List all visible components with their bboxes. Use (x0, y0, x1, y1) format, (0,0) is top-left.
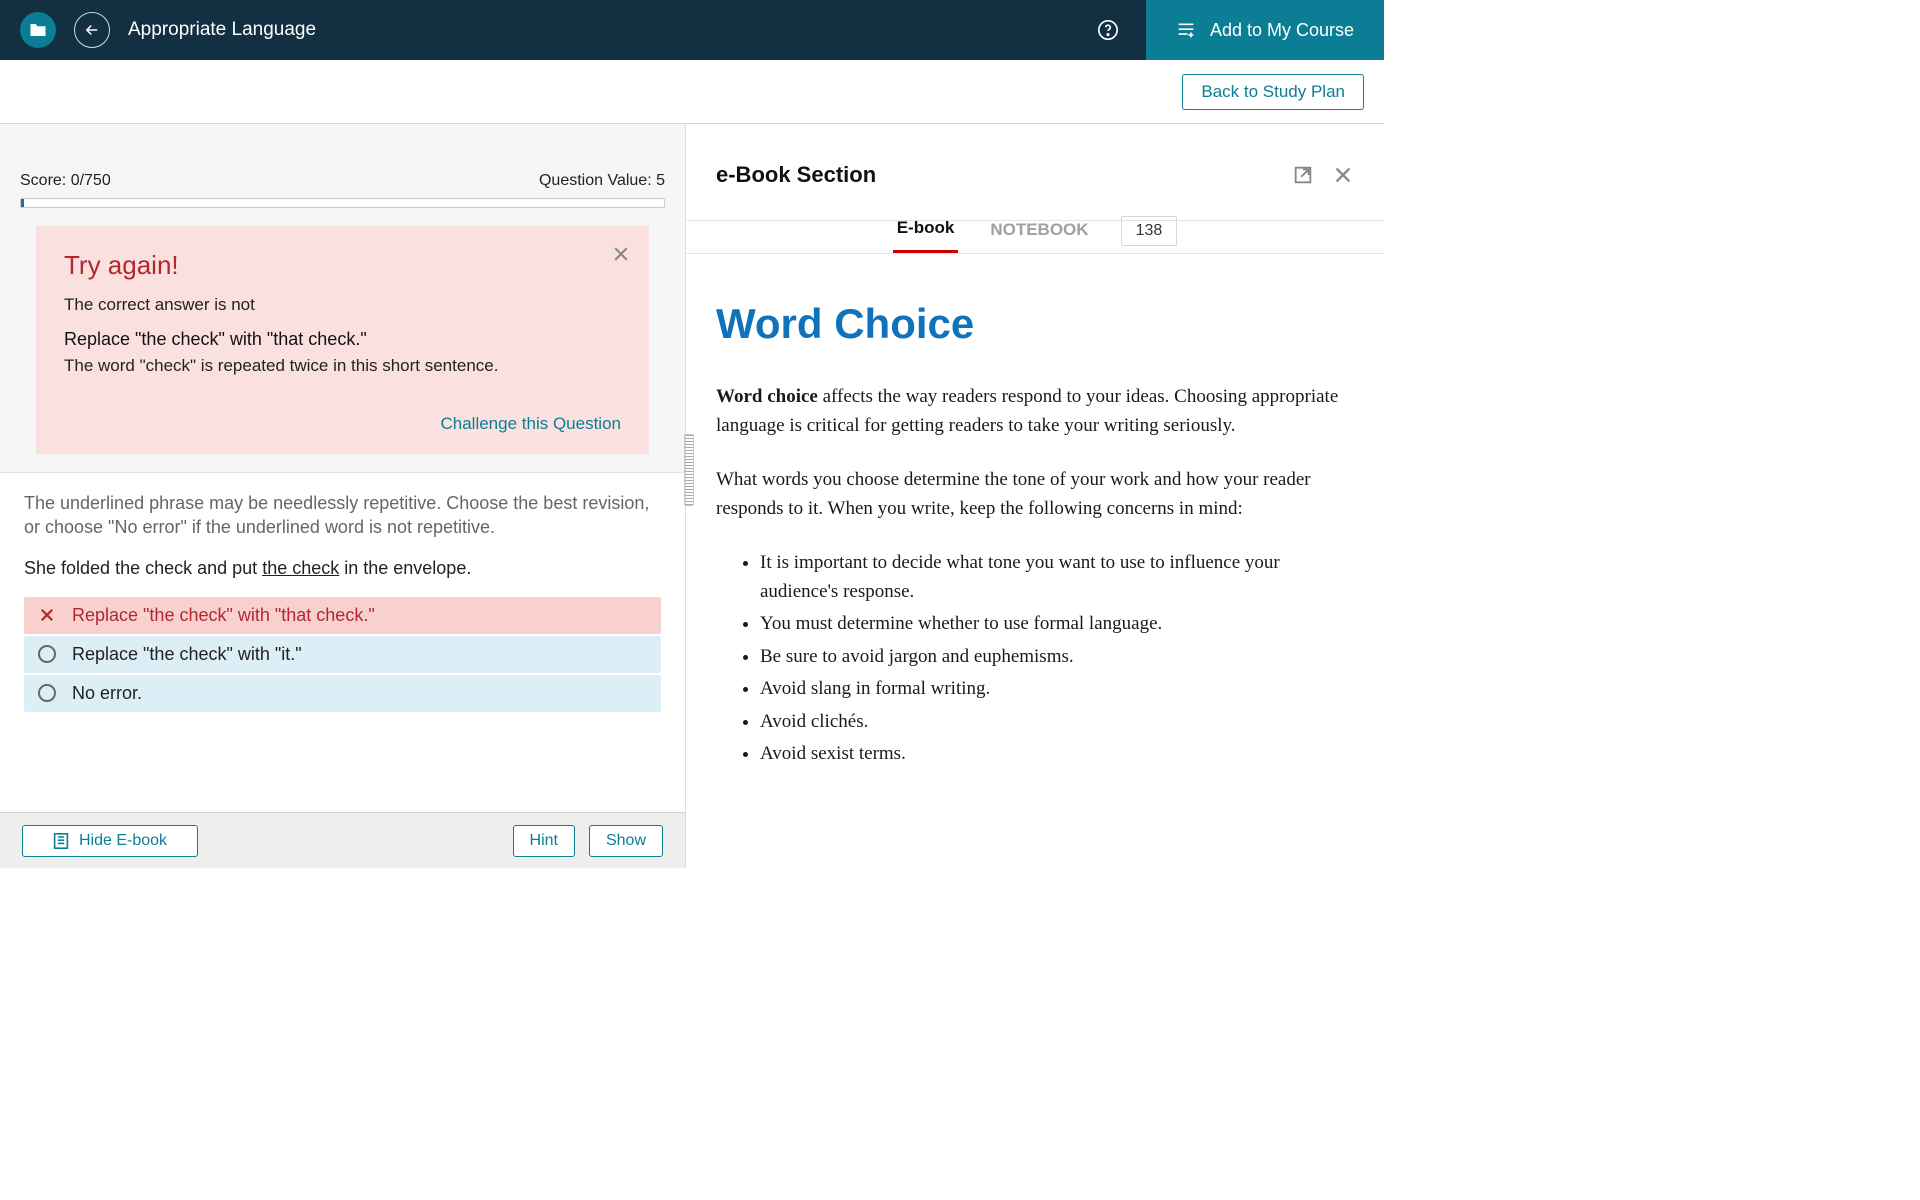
tab-ebook[interactable]: E-book (893, 208, 959, 253)
main-split: Score: 0/750 Question Value: 5 Try again… (0, 124, 1384, 868)
back-to-study-plan-button[interactable]: Back to Study Plan (1182, 74, 1364, 110)
ebook-bullet: Be sure to avoid jargon and euphemisms. (760, 643, 1354, 672)
close-ebook-button[interactable] (1332, 164, 1354, 186)
page-title: Appropriate Language (128, 19, 316, 41)
folder-icon (29, 22, 47, 38)
add-to-course-label: Add to My Course (1210, 20, 1354, 41)
ebook-paragraph: Word choice affects the way readers resp… (716, 383, 1354, 440)
back-button[interactable] (74, 12, 110, 48)
ebook-lead-bold: Word choice (716, 386, 818, 407)
split-drag-handle[interactable] (684, 434, 694, 506)
feedback-explain: The word "check" is repeated twice in th… (64, 356, 621, 376)
ebook-bullet: It is important to decide what tone you … (760, 549, 1354, 606)
sentence-pre: She folded the check and put (24, 558, 262, 578)
close-icon (611, 244, 631, 264)
feedback-line: The correct answer is not (64, 295, 621, 315)
ebook-list: It is important to decide what tone you … (760, 549, 1354, 769)
score-label: Score: 0/750 (20, 172, 111, 190)
ebook-header: e-Book Section (686, 124, 1384, 188)
question-instruction: The underlined phrase may be needlessly … (24, 491, 661, 540)
score-bar: Score: 0/750 Question Value: 5 (0, 124, 685, 198)
ebook-pane: e-Book Section E-book NOTEBOOK 138 Word … (685, 124, 1384, 868)
ebook-tabs: E-book NOTEBOOK 138 (686, 208, 1384, 254)
ebook-bullet: Avoid slang in formal writing. (760, 675, 1354, 704)
add-list-icon (1176, 21, 1196, 39)
choice-text: Replace "the check" with "that check." (72, 605, 375, 626)
radio-icon (38, 684, 56, 702)
help-icon (1097, 19, 1119, 41)
ebook-bullet: Avoid clichés. (760, 708, 1354, 737)
close-icon (1332, 164, 1354, 186)
ebook-bullet: You must determine whether to use formal… (760, 610, 1354, 639)
question-value-label: Question Value: 5 (539, 172, 665, 190)
hide-ebook-label: Hide E-book (79, 832, 167, 850)
header-left: Appropriate Language (0, 12, 316, 48)
challenge-link-container: Challenge this Question (64, 414, 621, 434)
ebook-paragraph: What words you choose determine the tone… (716, 466, 1354, 523)
ebook-bullet: Avoid sexist terms. (760, 740, 1354, 769)
radio-icon (38, 645, 56, 663)
sentence-post: in the envelope. (339, 558, 471, 578)
question-body: The underlined phrase may be needlessly … (0, 472, 685, 812)
quiz-pane: Score: 0/750 Question Value: 5 Try again… (0, 124, 685, 868)
feedback-strong: Replace "the check" with "that check." (64, 329, 621, 350)
app-header: Appropriate Language Add to My Course (0, 0, 1384, 60)
choice-text: No error. (72, 683, 142, 704)
choice-text: Replace "the check" with "it." (72, 644, 302, 665)
question-sentence: She folded the check and put the check i… (24, 558, 661, 579)
ebook-section-title: e-Book Section (716, 162, 876, 188)
ebook-h1: Word Choice (716, 292, 1354, 355)
tab-notebook[interactable]: NOTEBOOK (986, 210, 1092, 252)
folder-button[interactable] (20, 12, 56, 48)
choice-option[interactable]: No error. (24, 675, 661, 712)
hint-button[interactable]: Hint (513, 825, 575, 857)
feedback-card: Try again! The correct answer is not Rep… (36, 226, 649, 454)
hide-ebook-button[interactable]: Hide E-book (22, 825, 198, 857)
arrow-left-icon (83, 21, 101, 39)
show-button[interactable]: Show (589, 825, 663, 857)
help-button[interactable] (1096, 18, 1120, 42)
ebook-content[interactable]: Word Choice Word choice affects the way … (686, 254, 1384, 868)
popout-icon (1292, 164, 1314, 186)
quiz-footer: Hide E-book Hint Show (0, 812, 685, 868)
progress-bar (20, 198, 665, 208)
progress-fill (21, 199, 24, 207)
wrong-icon (38, 606, 56, 624)
add-to-course-button[interactable]: Add to My Course (1146, 0, 1384, 60)
ebook-header-icons (1292, 164, 1354, 186)
sentence-underlined: the check (262, 558, 339, 578)
subheader: Back to Study Plan (0, 60, 1384, 124)
choice-option[interactable]: Replace "the check" with "it." (24, 636, 661, 673)
popout-button[interactable] (1292, 164, 1314, 186)
ebook-icon (53, 832, 69, 850)
close-feedback-button[interactable] (611, 244, 631, 264)
choice-wrong[interactable]: Replace "the check" with "that check." (24, 597, 661, 634)
divider (686, 220, 1384, 221)
challenge-question-link[interactable]: Challenge this Question (440, 414, 621, 433)
feedback-title: Try again! (64, 250, 621, 281)
